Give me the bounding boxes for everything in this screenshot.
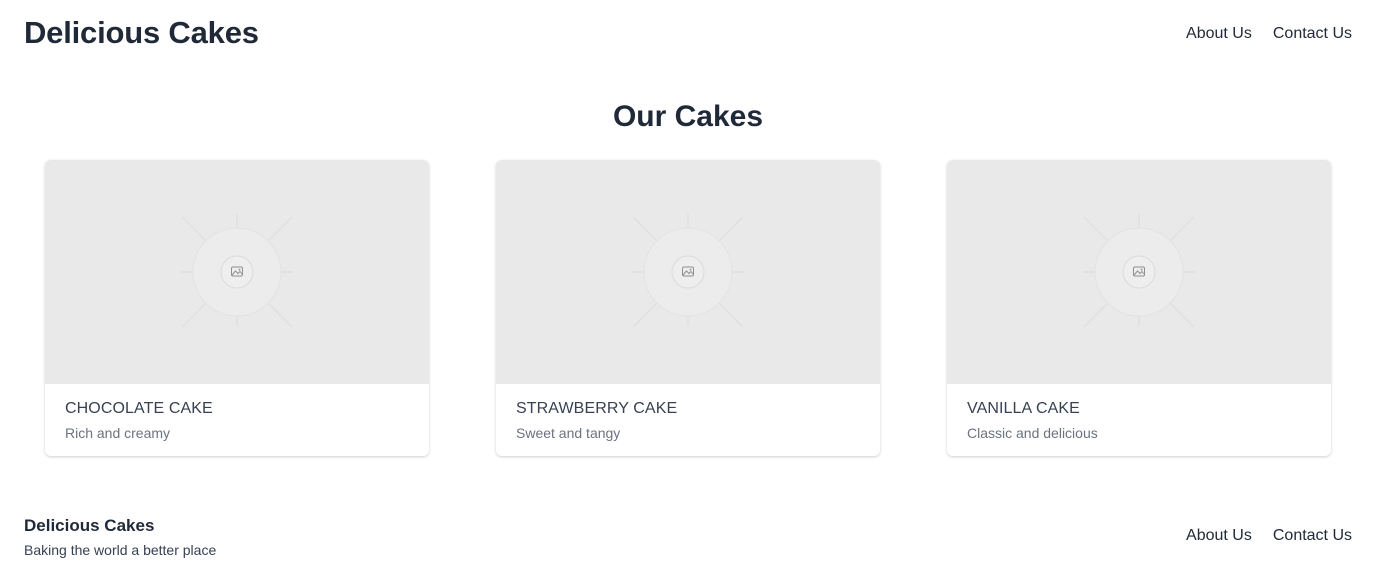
- image-placeholder-icon: [1083, 214, 1195, 328]
- card-body: CHOCOLATE CAKE Rich and creamy: [45, 384, 429, 456]
- image-placeholder-icon: [181, 214, 293, 328]
- site-logo-text[interactable]: Delicious Cakes: [24, 15, 259, 51]
- footer-link-about-us[interactable]: About Us: [1186, 526, 1252, 546]
- footer-tagline: Baking the world a better place: [24, 542, 217, 558]
- cake-card-vanilla[interactable]: VANILLA CAKE Classic and delicious: [947, 160, 1331, 456]
- image-placeholder-icon: [632, 214, 744, 328]
- cake-image-placeholder: [45, 160, 429, 384]
- footer-brand: Delicious Cakes: [24, 516, 155, 535]
- card-description: Sweet and tangy: [516, 425, 621, 441]
- site-header: Delicious Cakes About Us Contact Us: [0, 0, 1376, 70]
- card-description: Classic and delicious: [967, 425, 1098, 441]
- card-title: STRAWBERRY CAKE: [516, 400, 678, 417]
- cake-image-placeholder: [496, 160, 880, 384]
- card-description: Rich and creamy: [65, 425, 171, 441]
- footer-nav: About Us Contact Us: [1186, 526, 1352, 546]
- nav-link-contact-us[interactable]: Contact Us: [1273, 24, 1352, 44]
- cake-image-placeholder: [947, 160, 1331, 384]
- card-body: VANILLA CAKE Classic and delicious: [947, 384, 1331, 456]
- cake-card-strawberry[interactable]: STRAWBERRY CAKE Sweet and tangy: [496, 160, 880, 456]
- card-title: CHOCOLATE CAKE: [65, 400, 213, 417]
- card-body: STRAWBERRY CAKE Sweet and tangy: [496, 384, 880, 456]
- footer-link-contact-us[interactable]: Contact Us: [1273, 526, 1352, 546]
- section-title: Our Cakes: [612, 100, 764, 133]
- nav-link-about-us[interactable]: About Us: [1186, 24, 1252, 44]
- cake-card-chocolate[interactable]: CHOCOLATE CAKE Rich and creamy: [45, 160, 429, 456]
- card-title: VANILLA CAKE: [967, 400, 1080, 417]
- header-nav: About Us Contact Us: [1186, 24, 1352, 44]
